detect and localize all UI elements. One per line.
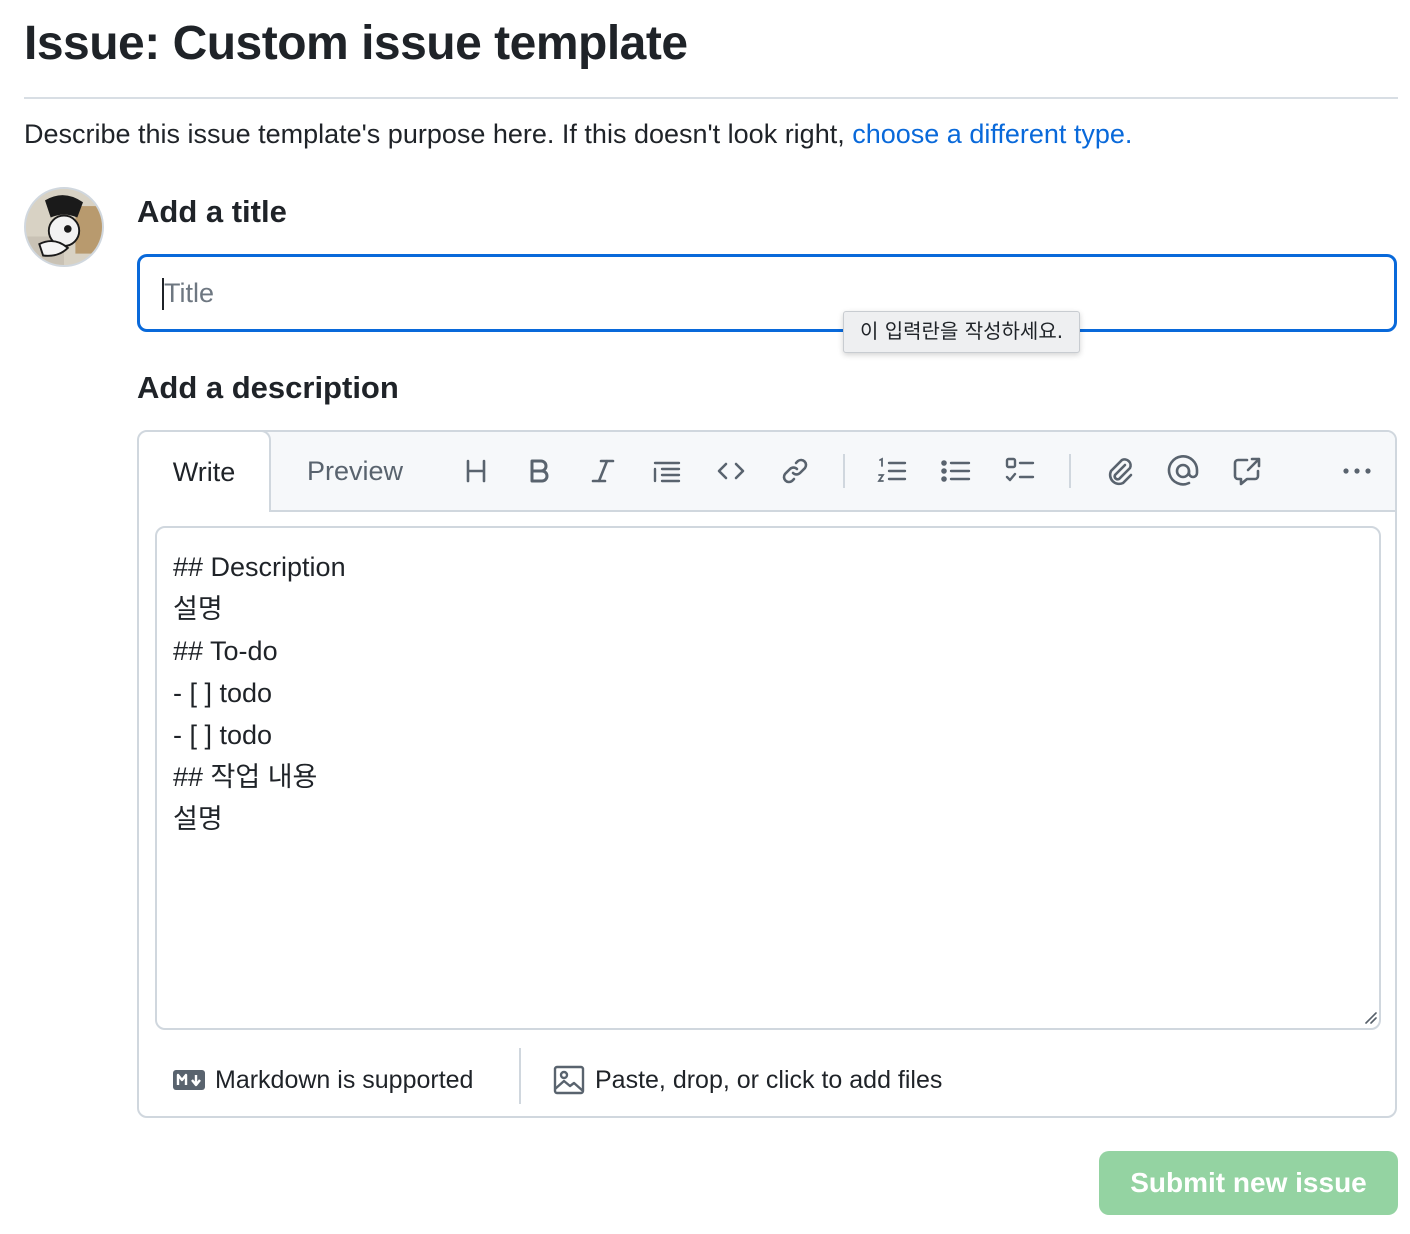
toolbar-divider — [843, 454, 845, 488]
resize-handle-icon[interactable] — [1363, 1010, 1377, 1024]
page-title: Issue: Custom issue template — [24, 17, 688, 70]
avatar-image — [26, 189, 102, 265]
heading-icon — [466, 459, 486, 483]
markdown-icon — [173, 1070, 205, 1090]
image-icon — [553, 1065, 585, 1095]
validation-tooltip: 이 입력란을 작성하세요. — [843, 311, 1081, 353]
bullet-list-icon — [941, 460, 971, 482]
heading-button[interactable] — [456, 451, 496, 491]
italic-button[interactable] — [583, 451, 623, 491]
task-list-icon — [1005, 457, 1035, 482]
attach-button[interactable] — [1099, 451, 1139, 491]
bullet-list-button[interactable] — [936, 451, 976, 491]
template-description-text: Describe this issue template's purpose h… — [24, 119, 853, 149]
bold-button[interactable] — [519, 451, 559, 491]
quote-button[interactable] — [647, 451, 687, 491]
more-icon — [1343, 468, 1371, 474]
avatar — [24, 187, 104, 267]
code-icon — [717, 462, 745, 480]
add-files-text: Paste, drop, or click to add files — [595, 1065, 943, 1094]
markdown-supported-link[interactable]: Markdown is supported — [173, 1042, 474, 1116]
more-options-button[interactable] — [1337, 451, 1377, 491]
attach-icon — [1108, 458, 1133, 486]
choose-different-type-link[interactable]: choose a different type. — [852, 119, 1132, 149]
description-editor: Write Preview ## Description 설명 ## To-do… — [137, 430, 1397, 1118]
link-icon — [782, 458, 808, 484]
bold-icon — [530, 459, 549, 483]
editor-toolbar: Write Preview — [139, 432, 1395, 512]
code-button[interactable] — [711, 451, 751, 491]
description-textarea[interactable] — [155, 526, 1381, 1030]
title-divider — [24, 97, 1398, 99]
italic-icon — [591, 459, 615, 483]
add-files-button[interactable]: Paste, drop, or click to add files — [553, 1042, 943, 1116]
description-label: Add a description — [137, 370, 399, 405]
tab-preview[interactable]: Preview — [307, 432, 403, 510]
template-description: Describe this issue template's purpose h… — [24, 119, 1132, 150]
footer-divider — [519, 1048, 521, 1104]
reference-button[interactable] — [1227, 451, 1267, 491]
numbered-list-button[interactable] — [872, 451, 912, 491]
task-list-button[interactable] — [1000, 451, 1040, 491]
reference-icon — [1233, 457, 1261, 486]
numbered-list-icon — [877, 457, 907, 482]
tab-write[interactable]: Write — [139, 432, 271, 512]
markdown-supported-text: Markdown is supported — [215, 1065, 474, 1094]
title-label: Add a title — [137, 194, 287, 229]
submit-new-issue-button[interactable]: Submit new issue — [1099, 1151, 1398, 1215]
quote-icon — [653, 461, 681, 483]
mention-icon — [1167, 455, 1199, 486]
mention-button[interactable] — [1163, 451, 1203, 491]
text-caret — [162, 278, 164, 310]
toolbar-divider — [1069, 454, 1071, 488]
link-button[interactable] — [775, 451, 815, 491]
title-input[interactable] — [137, 254, 1397, 332]
editor-footer: Markdown is supported Paste, drop, or cl… — [139, 1042, 1395, 1116]
